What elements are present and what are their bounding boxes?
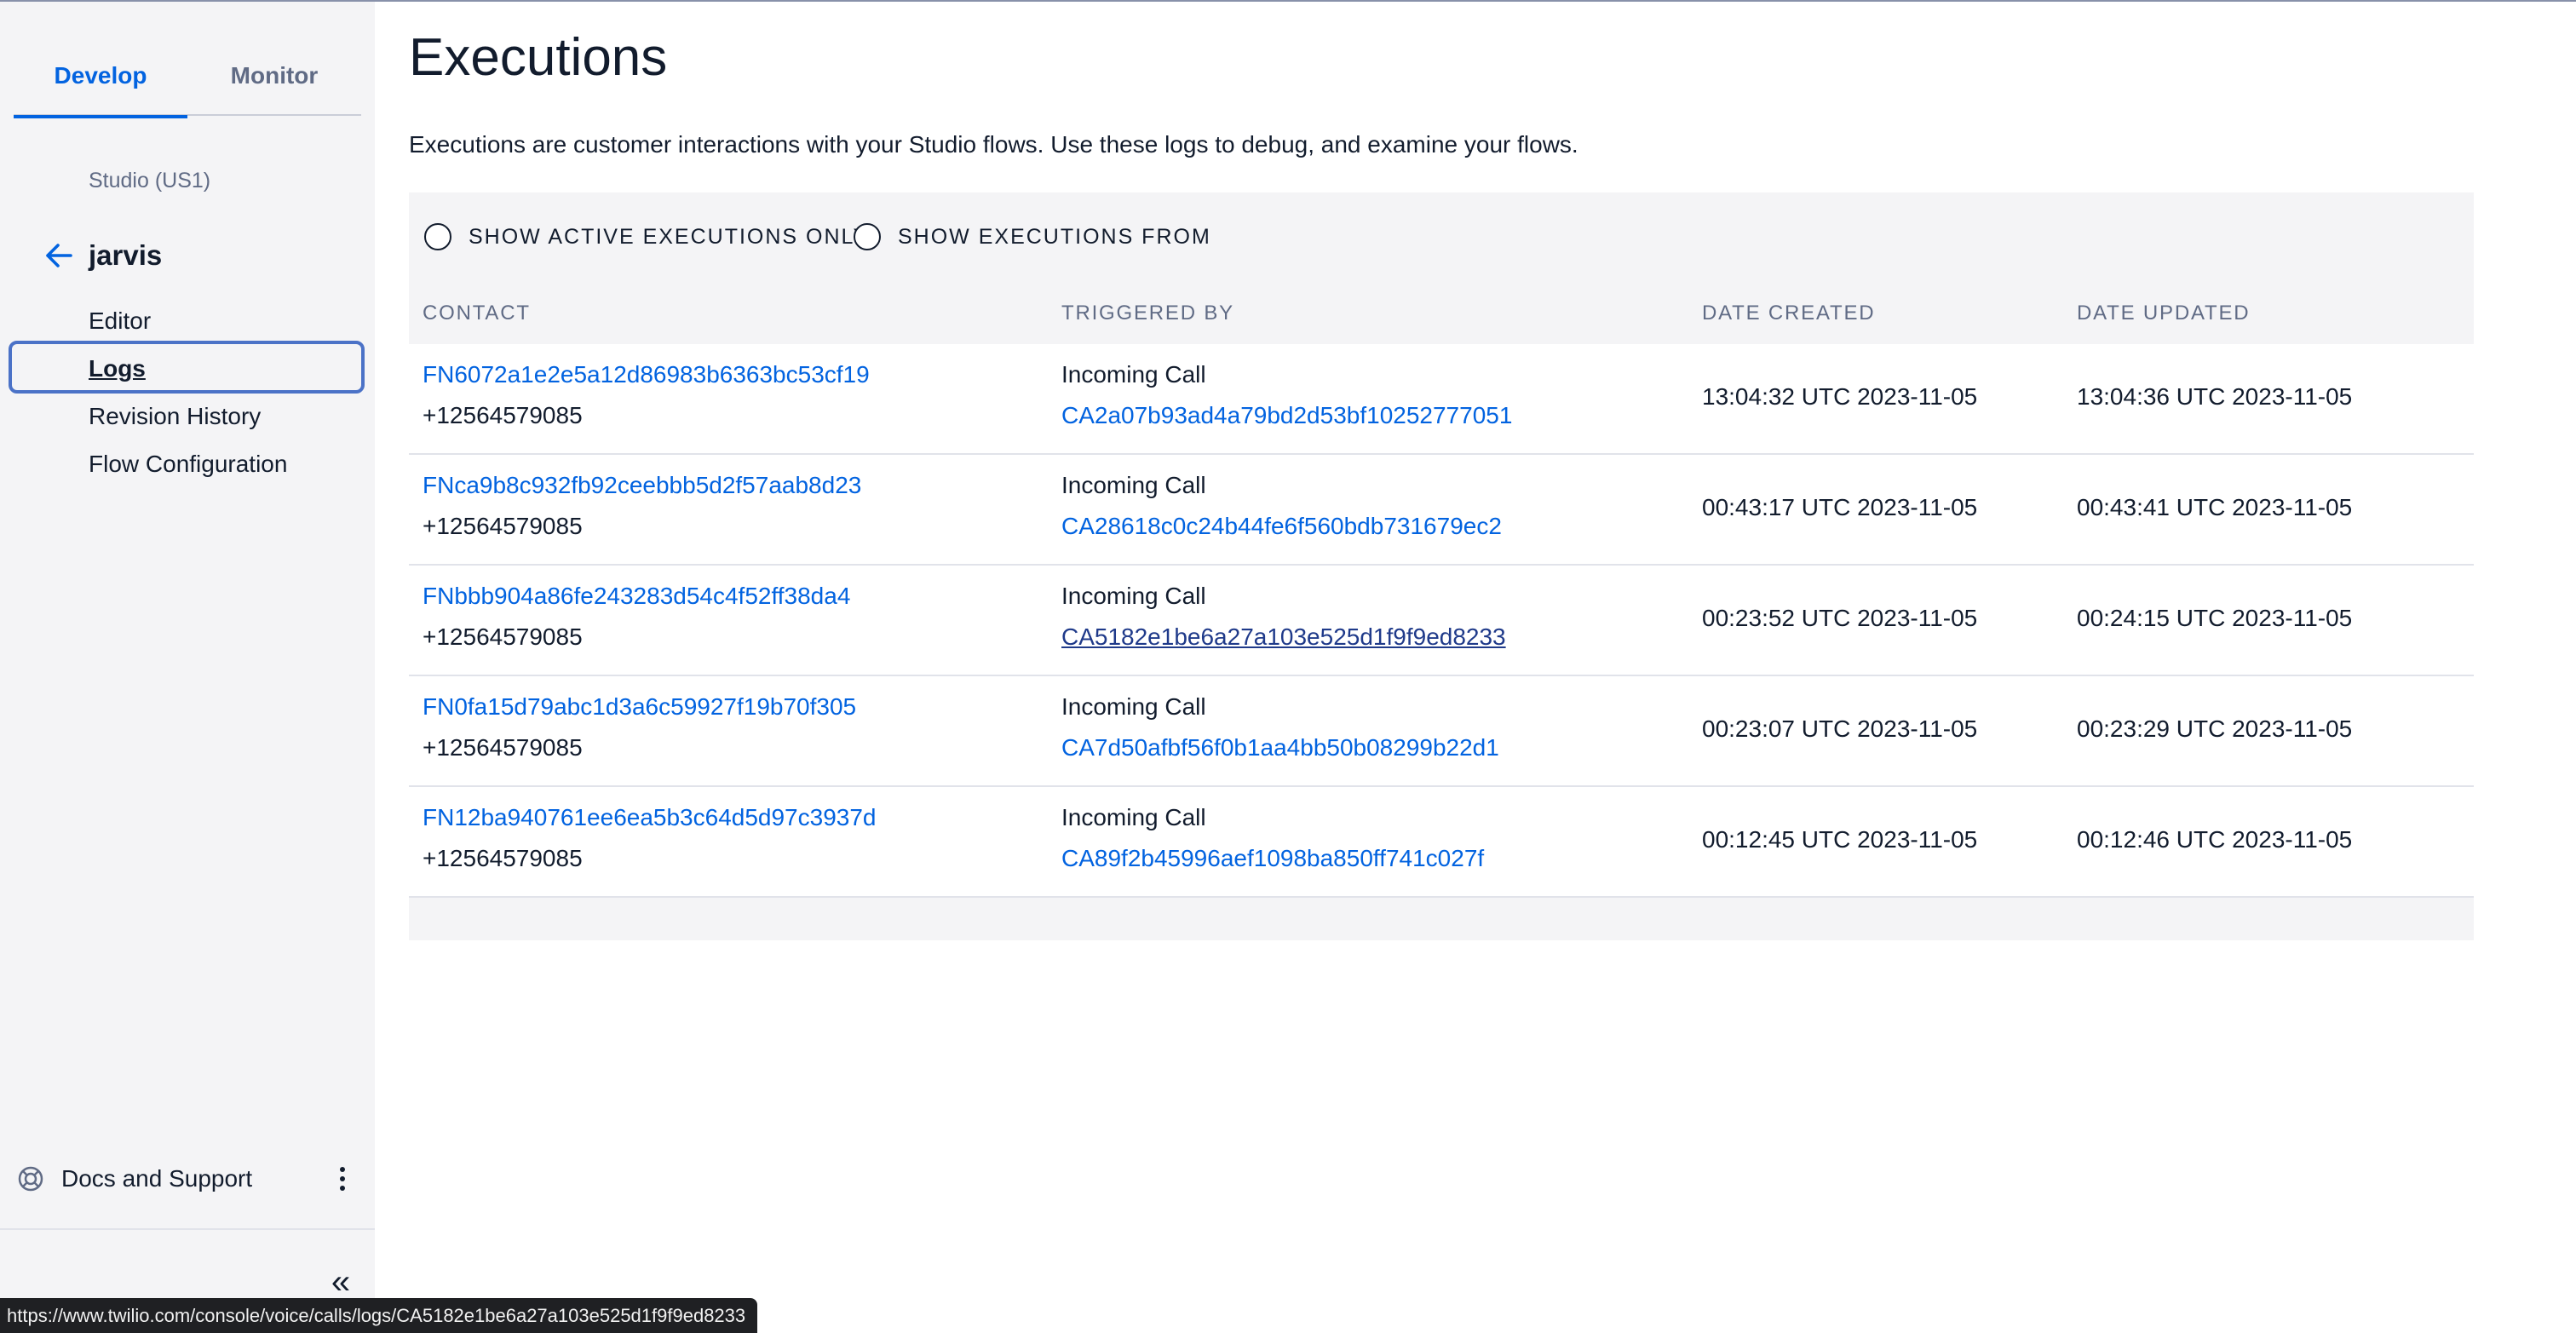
date-created: 13:04:32 UTC 2023-11-05 [1702,383,1978,410]
date-created: 00:23:52 UTC 2023-11-05 [1702,605,1978,631]
table-row: FNca9b8c932fb92ceebbb5d2f57aab8d23 +1256… [409,455,2474,566]
call-sid-link[interactable]: CA89f2b45996aef1098ba850ff741c027f [1061,845,1484,872]
column-header-contact: CONTACT [423,302,531,325]
page-title: Executions [409,28,668,87]
execution-sid-link[interactable]: FNca9b8c932fb92ceebbb5d2f57aab8d23 [423,472,861,499]
flow-header: jarvis [43,237,162,274]
sidebar-item-revision-history[interactable]: Revision History [89,395,261,438]
date-created: 00:23:07 UTC 2023-11-05 [1702,715,1978,742]
sidebar: Develop Monitor Studio (US1) jarvis Edit… [0,2,375,1333]
date-updated: 00:23:29 UTC 2023-11-05 [2077,715,2353,742]
more-options-icon[interactable] [327,1164,358,1194]
execution-sid-link[interactable]: FN0fa15d79abc1d3a6c59927f19b70f305 [423,693,856,721]
column-header-date-updated: DATE UPDATED [2077,302,2251,325]
sidebar-item-editor[interactable]: Editor [89,300,151,342]
docs-and-support[interactable]: Docs and Support [17,1160,358,1198]
collapse-sidebar-icon[interactable]: « [324,1265,358,1300]
logs-focus-ring [9,341,365,394]
top-border [0,0,2576,2]
call-sid-link[interactable]: CA2a07b93ad4a79bd2d53bf10252777051 [1061,402,1512,429]
trigger-type: Incoming Call [1061,583,1206,609]
date-updated: 00:24:15 UTC 2023-11-05 [2077,605,2353,631]
column-header-triggered-by: TRIGGERED BY [1061,302,1234,325]
execution-sid-link[interactable]: FNbbb904a86fe243283d54c4f52ff38da4 [423,583,850,610]
radio-executions-from[interactable] [854,223,881,250]
column-header-date-created: DATE CREATED [1702,302,1876,325]
table-header: CONTACT TRIGGERED BY DATE CREATED DATE U… [409,284,2474,344]
contact-number: +12564579085 [423,623,583,650]
filter-active-only[interactable]: SHOW ACTIVE EXECUTIONS ONLY [424,220,869,254]
contact-number: +12564579085 [423,734,583,761]
radio-executions-from-label: SHOW EXECUTIONS FROM [898,224,1211,249]
contact-number: +12564579085 [423,513,583,539]
call-sid-link[interactable]: CA5182e1be6a27a103e525d1f9f9ed8233 [1061,623,1506,651]
radio-active-only[interactable] [424,223,451,250]
lifebuoy-icon [17,1165,44,1192]
date-updated: 00:12:46 UTC 2023-11-05 [2077,826,2353,853]
trigger-type: Incoming Call [1061,472,1206,498]
tab-monitor[interactable]: Monitor [187,36,361,116]
trigger-type: Incoming Call [1061,693,1206,720]
sidebar-item-logs[interactable]: Logs [89,348,146,390]
flow-name: jarvis [89,239,163,271]
table-row: FN0fa15d79abc1d3a6c59927f19b70f305 +1256… [409,676,2474,787]
table-row: FN6072a1e2e5a12d86983b6363bc53cf19 +1256… [409,344,2474,455]
filter-executions-from[interactable]: SHOW EXECUTIONS FROM [854,220,1211,254]
date-updated: 13:04:36 UTC 2023-11-05 [2077,383,2353,410]
contact-number: +12564579085 [423,402,583,428]
table-row: FN12ba940761ee6ea5b3c64d5d97c3937d +1256… [409,787,2474,898]
date-updated: 00:43:41 UTC 2023-11-05 [2077,494,2353,520]
sidebar-item-flow-configuration[interactable]: Flow Configuration [89,443,287,486]
docs-and-support-label[interactable]: Docs and Support [61,1165,252,1192]
trigger-type: Incoming Call [1061,361,1206,388]
date-created: 00:12:45 UTC 2023-11-05 [1702,826,1978,853]
trigger-type: Incoming Call [1061,804,1206,830]
table-footer [409,898,2474,940]
tab-develop[interactable]: Develop [14,36,187,118]
execution-sid-link[interactable]: FN6072a1e2e5a12d86983b6363bc53cf19 [423,361,870,388]
sidebar-tabs: Develop Monitor [14,36,361,118]
call-sid-link[interactable]: CA28618c0c24b44fe6f560bdb731679ec2 [1061,513,1502,540]
filter-bar: SHOW ACTIVE EXECUTIONS ONLY SHOW EXECUTI… [409,192,2474,284]
table-row: FNbbb904a86fe243283d54c4f52ff38da4 +1256… [409,566,2474,676]
execution-sid-link[interactable]: FN12ba940761ee6ea5b3c64d5d97c3937d [423,804,877,831]
page-description: Executions are customer interactions wit… [409,131,1578,158]
date-created: 00:43:17 UTC 2023-11-05 [1702,494,1978,520]
sidebar-divider [0,1228,375,1230]
radio-active-only-label: SHOW ACTIVE EXECUTIONS ONLY [469,224,870,249]
region-label: Studio (US1) [89,169,211,192]
link-status-url: https://www.twilio.com/console/voice/cal… [0,1298,758,1333]
back-arrow-icon[interactable] [43,240,75,271]
call-sid-link[interactable]: CA7d50afbf56f0b1aa4bb50b08299b22d1 [1061,734,1499,761]
contact-number: +12564579085 [423,845,583,871]
